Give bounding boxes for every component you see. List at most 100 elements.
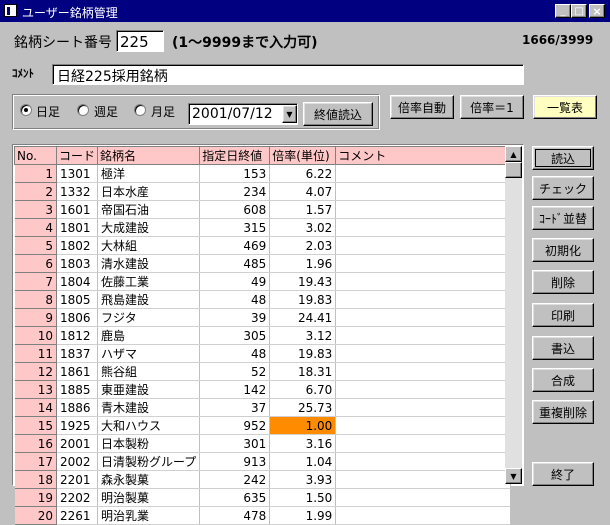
cell-name[interactable]: 東亜建設 — [97, 380, 201, 399]
cell-code[interactable]: 2002 — [56, 452, 99, 471]
cell-code[interactable]: 2001 — [56, 434, 99, 453]
cell-code[interactable]: 1805 — [56, 290, 99, 309]
cell-name[interactable]: フジタ — [97, 308, 201, 327]
cell-no[interactable]: 14 — [14, 398, 57, 417]
table-row[interactable]: 8 1805 飛島建設 48 19.83 — [14, 290, 512, 309]
cell-no[interactable]: 7 — [14, 272, 57, 291]
cell-comment[interactable] — [335, 452, 512, 471]
table-scrollbar[interactable]: ▲ ▼ — [505, 146, 522, 484]
cell-code[interactable]: 1801 — [56, 218, 99, 237]
cell-comment[interactable] — [335, 416, 512, 435]
cell-ratio[interactable]: 1.57 — [269, 200, 337, 219]
table-row[interactable]: 2 1332 日本水産 234 4.07 — [14, 182, 512, 201]
table-row[interactable]: 9 1806 フジタ 39 24.41 — [14, 308, 512, 327]
cell-code[interactable]: 1886 — [56, 398, 99, 417]
remove-duplicates-button[interactable]: 重複削除 — [532, 400, 594, 424]
load-close-button[interactable]: 終値読込 — [303, 102, 373, 126]
cell-comment[interactable] — [335, 380, 512, 399]
cell-ratio[interactable]: 25.73 — [269, 398, 337, 417]
merge-button[interactable]: 合成 — [532, 368, 594, 392]
cell-comment[interactable] — [335, 362, 512, 381]
delete-button[interactable]: 削除 — [532, 270, 594, 294]
cell-name[interactable]: 日本水産 — [97, 182, 201, 201]
cell-comment[interactable] — [335, 506, 512, 525]
maximize-button[interactable]: □ — [571, 4, 587, 18]
cell-ratio[interactable]: 19.43 — [269, 272, 337, 291]
cell-ratio[interactable]: 6.22 — [269, 164, 337, 183]
cell-ratio[interactable]: 1.50 — [269, 488, 337, 507]
cell-ratio[interactable]: 1.96 — [269, 254, 337, 273]
cell-ratio[interactable]: 3.16 — [269, 434, 337, 453]
print-button[interactable]: 印刷 — [532, 303, 594, 327]
cell-close[interactable]: 305 — [199, 326, 271, 345]
cell-name[interactable]: 明治乳業 — [97, 506, 201, 525]
cell-code[interactable]: 1861 — [56, 362, 99, 381]
cell-code[interactable]: 1332 — [56, 182, 99, 201]
scroll-thumb[interactable] — [505, 162, 522, 178]
cell-name[interactable]: 森永製菓 — [97, 470, 201, 489]
cell-no[interactable]: 3 — [14, 200, 57, 219]
table-row[interactable]: 6 1803 清水建設 485 1.96 — [14, 254, 512, 273]
cell-name[interactable]: 飛島建設 — [97, 290, 201, 309]
cell-close[interactable]: 478 — [199, 506, 271, 525]
cell-close[interactable]: 242 — [199, 470, 271, 489]
cell-ratio[interactable]: 4.07 — [269, 182, 337, 201]
cell-comment[interactable] — [335, 254, 512, 273]
cell-code[interactable]: 1837 — [56, 344, 99, 363]
close-button[interactable]: × — [589, 4, 605, 18]
cell-comment[interactable] — [335, 470, 512, 489]
cell-code[interactable]: 2202 — [56, 488, 99, 507]
cell-ratio[interactable]: 2.03 — [269, 236, 337, 255]
cell-code[interactable]: 1812 — [56, 326, 99, 345]
cell-comment[interactable] — [335, 182, 512, 201]
table-row[interactable]: 15 1925 大和ハウス 952 1.00 — [14, 416, 512, 435]
col-header-name[interactable]: 銘柄名 — [97, 146, 201, 165]
cell-close[interactable]: 301 — [199, 434, 271, 453]
cell-close[interactable]: 49 — [199, 272, 271, 291]
table-row[interactable]: 19 2202 明治製菓 635 1.50 — [14, 488, 512, 507]
table-row[interactable]: 10 1812 鹿島 305 3.12 — [14, 326, 512, 345]
cell-name[interactable]: 鹿島 — [97, 326, 201, 345]
cell-close[interactable]: 485 — [199, 254, 271, 273]
cell-close[interactable]: 48 — [199, 344, 271, 363]
cell-code[interactable]: 1803 — [56, 254, 99, 273]
write-button[interactable]: 書込 — [532, 336, 594, 360]
cell-comment[interactable] — [335, 200, 512, 219]
cell-ratio[interactable]: 3.02 — [269, 218, 337, 237]
cell-name[interactable]: 大和ハウス — [97, 416, 201, 435]
cell-no[interactable]: 9 — [14, 308, 57, 327]
table-row[interactable]: 12 1861 熊谷組 52 18.31 — [14, 362, 512, 381]
col-header-code[interactable]: コード — [55, 146, 99, 165]
cell-no[interactable]: 20 — [14, 506, 57, 525]
scroll-up-button[interactable]: ▲ — [505, 146, 522, 162]
table-row[interactable]: 5 1802 大林組 469 2.03 — [14, 236, 512, 255]
cell-name[interactable]: 佐藤工業 — [97, 272, 201, 291]
cell-no[interactable]: 8 — [14, 290, 57, 309]
cell-close[interactable]: 48 — [199, 290, 271, 309]
cell-no[interactable]: 10 — [14, 326, 57, 345]
cell-comment[interactable] — [335, 272, 512, 291]
cell-comment[interactable] — [335, 344, 512, 363]
cell-comment[interactable] — [335, 236, 512, 255]
cell-code[interactable]: 1885 — [56, 380, 99, 399]
cell-code[interactable]: 1802 — [56, 236, 99, 255]
read-button[interactable]: 読込 — [532, 146, 594, 170]
cell-close[interactable]: 315 — [199, 218, 271, 237]
cell-close[interactable]: 635 — [199, 488, 271, 507]
table-row[interactable]: 1 1301 極洋 153 6.22 — [14, 164, 512, 183]
cell-ratio[interactable]: 1.00 — [269, 416, 337, 435]
col-header-ratio[interactable]: 倍率(単位) — [269, 146, 337, 165]
table-row[interactable]: 7 1804 佐藤工業 49 19.43 — [14, 272, 512, 291]
sheet-number-input[interactable]: 225 — [116, 30, 164, 52]
check-button[interactable]: チェック — [532, 176, 594, 200]
col-header-close[interactable]: 指定日終値 — [199, 146, 271, 165]
cell-name[interactable]: 熊谷組 — [97, 362, 201, 381]
cell-close[interactable]: 52 — [199, 362, 271, 381]
cell-code[interactable]: 1925 — [56, 416, 99, 435]
cell-close[interactable]: 952 — [199, 416, 271, 435]
cell-code[interactable]: 1806 — [56, 308, 99, 327]
cell-code[interactable]: 2201 — [56, 470, 99, 489]
cell-name[interactable]: 清水建設 — [97, 254, 201, 273]
comment-input[interactable]: 日経225採用銘柄 — [52, 64, 524, 85]
cell-ratio[interactable]: 19.83 — [269, 344, 337, 363]
